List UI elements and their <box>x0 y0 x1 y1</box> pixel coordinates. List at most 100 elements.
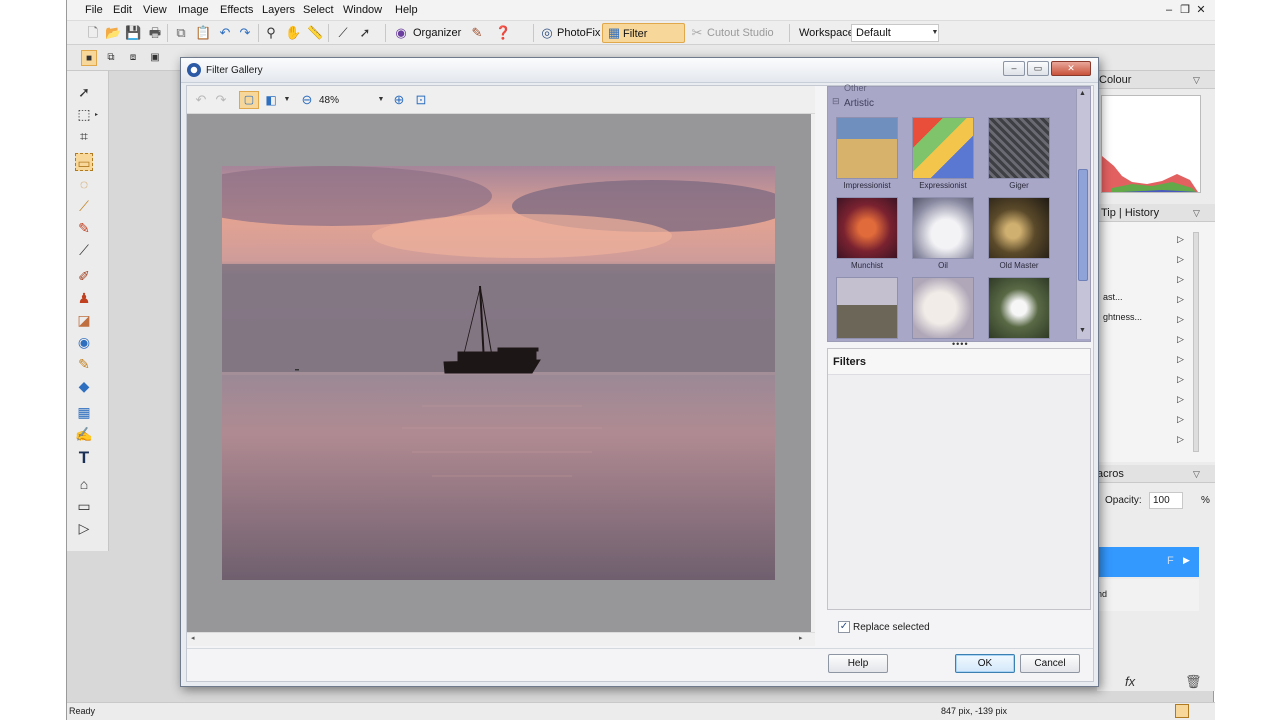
eraser-tool-icon[interactable]: ◪ <box>75 311 93 329</box>
rect-select-tool-icon[interactable]: ▭ <box>75 153 93 171</box>
preview-area[interactable] <box>187 114 811 632</box>
thumb-oil[interactable] <box>912 197 974 259</box>
layer-row-selected[interactable]: F ▶ <box>1097 547 1199 577</box>
fill-bucket-icon[interactable]: ◆ <box>75 377 93 395</box>
print-icon[interactable]: 🖶 <box>147 25 163 41</box>
play-icon[interactable]: ▷ <box>1177 434 1184 445</box>
scrollbar[interactable] <box>1193 232 1199 452</box>
play-icon[interactable]: ▷ <box>1177 254 1184 265</box>
play-icon[interactable]: ▷ <box>1177 354 1184 365</box>
mesh-warp-icon[interactable]: ▦ <box>75 403 93 421</box>
text-tool-icon[interactable]: T <box>75 449 93 467</box>
category-artistic[interactable]: Artistic <box>844 98 874 109</box>
menu-view[interactable]: View <box>143 4 167 16</box>
fx-icon[interactable]: fx <box>1125 674 1135 689</box>
paint-brush-icon[interactable]: ✎ <box>75 219 93 237</box>
menu-layers[interactable]: Layers <box>262 4 295 16</box>
chevron-left-icon[interactable]: ◂ <box>191 634 195 642</box>
menu-effects[interactable]: Effects <box>220 4 253 16</box>
menu-file[interactable]: File <box>85 4 103 16</box>
collapse-icon[interactable]: ⊟ <box>832 96 840 107</box>
chevron-up-icon[interactable]: ▲ <box>1079 90 1086 97</box>
paste-icon[interactable]: 📋 <box>195 25 211 41</box>
thumb-expressionist[interactable] <box>912 117 974 179</box>
menu-image[interactable]: Image <box>178 4 209 16</box>
help-icon[interactable]: ❓ <box>495 25 511 41</box>
brush-icon[interactable]: ✎ <box>469 25 485 41</box>
thumb-impressionist[interactable] <box>836 117 898 179</box>
opacity-field[interactable]: 100 <box>1149 492 1183 509</box>
macro-item[interactable]: ghtness... <box>1103 312 1142 322</box>
restore-icon[interactable]: ❐ <box>1177 2 1193 18</box>
play-icon[interactable]: ▷ <box>1177 234 1184 245</box>
shape-tool-icon[interactable]: ▭ <box>75 497 93 515</box>
zoom-in-icon[interactable]: ⊕ <box>391 92 407 108</box>
copy-icon[interactable]: ⧉ <box>173 25 189 41</box>
thumb-giger[interactable] <box>988 117 1050 179</box>
organizer-button[interactable]: Organizer <box>409 23 465 43</box>
play-icon[interactable]: ▷ <box>1177 294 1184 305</box>
layer-row[interactable]: nd <box>1097 579 1199 611</box>
chevron-down-icon[interactable]: ▼ <box>279 92 295 108</box>
thumb-old-master[interactable] <box>988 197 1050 259</box>
eyedropper-icon[interactable]: ⟋ <box>335 25 351 41</box>
thumb-water-lily[interactable] <box>988 277 1050 339</box>
play-icon[interactable]: ▷ <box>1177 414 1184 425</box>
chevron-down-icon[interactable]: ▽ <box>1193 465 1200 483</box>
chevron-down-icon[interactable]: ▽ <box>1193 71 1200 89</box>
move-tool-icon[interactable]: ➚ <box>75 83 93 101</box>
open-folder-icon[interactable]: 📂 <box>105 25 121 41</box>
menu-window[interactable]: Window <box>343 4 382 16</box>
ok-button[interactable]: OK <box>955 654 1015 673</box>
play-icon[interactable]: ▷ <box>1177 274 1184 285</box>
chevron-down-icon[interactable]: ▼ <box>373 92 389 108</box>
chevron-right-icon[interactable]: ▸ <box>799 634 803 642</box>
play-icon[interactable]: ▷ <box>1177 394 1184 405</box>
tab-macros[interactable]: acros <box>1097 465 1124 483</box>
brush-tool-icon[interactable]: ✐ <box>75 267 93 285</box>
category-other[interactable]: Other <box>844 83 867 93</box>
photofix-button[interactable]: PhotoFix <box>553 23 604 43</box>
crop-tool-icon[interactable]: ⌗ <box>75 127 93 145</box>
macro-item[interactable]: ast... <box>1103 292 1123 302</box>
zoom-fit-icon[interactable]: ⊡ <box>413 92 429 108</box>
new-file-icon[interactable]: 🗋 <box>85 25 101 41</box>
cancel-button[interactable]: Cancel <box>1020 654 1080 673</box>
close-icon[interactable]: ✕ <box>1193 2 1209 18</box>
undo-icon[interactable]: ↶ <box>217 25 233 41</box>
dialog-maximize-icon[interactable]: ▭ <box>1027 61 1049 76</box>
lasso-tool-icon[interactable]: ◌ <box>75 175 93 193</box>
red-eye-tool-icon[interactable]: ◉ <box>75 333 93 351</box>
chevron-down-icon[interactable]: ▼ <box>1079 327 1086 334</box>
ruler-icon[interactable]: 📏 <box>307 25 323 41</box>
clone-stamp-icon[interactable]: ♟ <box>75 289 93 307</box>
play-icon[interactable]: ▷ <box>1177 374 1184 385</box>
redo-icon[interactable]: ↷ <box>213 92 229 108</box>
workspace-select[interactable]: Default <box>851 24 939 42</box>
pen-tool-icon[interactable]: ✍ <box>75 425 93 443</box>
pen-path-icon[interactable]: ⌂ <box>75 475 93 493</box>
organizer-icon[interactable]: ◉ <box>393 25 409 41</box>
save-icon[interactable]: 💾 <box>125 25 141 41</box>
selection-subtract-icon[interactable]: ⧈ <box>125 50 141 66</box>
minimize-icon[interactable]: – <box>1161 2 1177 18</box>
cutout-studio-button[interactable]: Cutout Studio <box>703 23 778 43</box>
redo-icon[interactable]: ↷ <box>237 25 253 41</box>
trash-icon[interactable]: 🗑 <box>1185 674 1202 690</box>
dialog-minimize-icon[interactable]: – <box>1003 61 1025 76</box>
zoom-icon[interactable]: ⚲ <box>263 25 279 41</box>
pointer-icon[interactable]: ➚ <box>357 25 373 41</box>
menu-help[interactable]: Help <box>395 4 418 16</box>
transform-tool-icon[interactable]: ⬚ <box>75 105 93 123</box>
selection-mode-icon[interactable]: ■ <box>81 50 97 66</box>
smudge-tool-icon[interactable]: ✎ <box>75 355 93 373</box>
scroll-thumb[interactable] <box>1078 169 1088 281</box>
thumb-munchist[interactable] <box>836 197 898 259</box>
play-icon[interactable]: ▷ <box>1177 334 1184 345</box>
undo-icon[interactable]: ↶ <box>193 92 209 108</box>
zoom-out-icon[interactable]: ⊖ <box>299 92 315 108</box>
single-view-icon[interactable]: ▢ <box>239 91 259 109</box>
chevron-down-icon[interactable]: ▼ <box>927 25 943 41</box>
tab-colour[interactable]: Colour <box>1099 71 1131 89</box>
tab-tip-history[interactable]: Tip | History <box>1101 204 1159 222</box>
